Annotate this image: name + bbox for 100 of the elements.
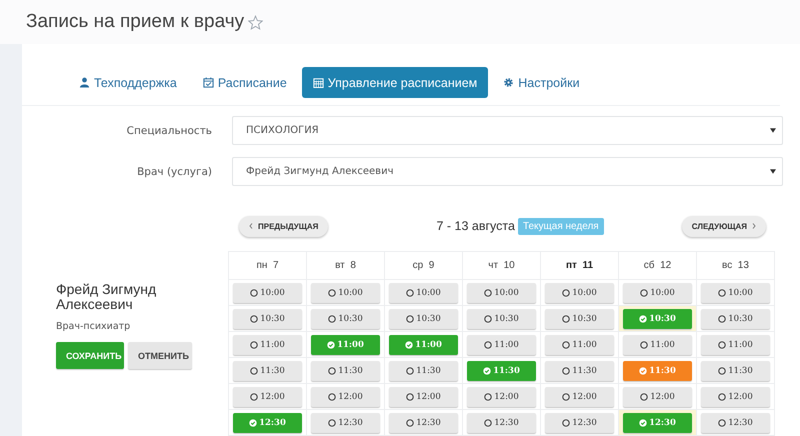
time-slot-button[interactable]: 10:00 — [545, 282, 614, 302]
circle-icon — [562, 288, 570, 296]
circle-icon — [718, 418, 726, 426]
circle-icon — [328, 288, 336, 296]
time-slot-button[interactable]: 10:00 — [701, 282, 770, 302]
circle-icon — [562, 340, 570, 348]
previous-week-button[interactable]: ПРЕДЫДУЩАЯ — [239, 216, 328, 236]
circle-icon — [484, 392, 492, 400]
time-slot-button[interactable]: 11:00 — [701, 334, 770, 354]
circle-icon — [406, 418, 414, 426]
circle-icon — [640, 288, 648, 296]
check-circle-icon — [483, 366, 492, 374]
time-slot-button[interactable]: 10:00 — [311, 282, 380, 302]
circle-icon — [718, 314, 726, 322]
circle-icon — [250, 366, 258, 374]
calendar-check-icon — [202, 77, 214, 88]
time-slot-button[interactable]: 11:30 — [701, 360, 770, 380]
circle-icon — [718, 340, 726, 348]
doctor-name: Фрейд Зигмунд Алексеевич — [56, 282, 158, 312]
day-header: ср 9 — [384, 252, 462, 280]
time-slot-button[interactable]: 12:30 — [467, 412, 536, 432]
time-slot-button[interactable]: 11:30 — [233, 360, 302, 380]
select-field[interactable]: ПСИХОЛОГИЯ — [232, 116, 783, 145]
time-slot-button[interactable]: 12:00 — [701, 386, 770, 406]
time-slot-button[interactable]: 10:30 — [389, 308, 458, 328]
select-field[interactable]: Фрейд Зигмунд Алексеевич — [232, 157, 783, 186]
next-week-button[interactable]: СЛЕДУЮЩАЯ — [682, 216, 766, 236]
time-slot-button[interactable]: 11:30 — [389, 360, 458, 380]
time-slot-button[interactable]: 10:00 — [233, 282, 302, 302]
day-header: сб 12 — [618, 252, 696, 280]
circle-icon — [484, 288, 492, 296]
day-header: вт 8 — [306, 252, 384, 280]
circle-icon — [562, 418, 570, 426]
check-circle-icon — [249, 418, 258, 426]
time-slot-button[interactable]: 12:00 — [389, 386, 458, 406]
check-circle-icon — [639, 366, 648, 374]
time-slot-button[interactable]: 10:00 — [389, 282, 458, 302]
time-slot-button[interactable]: 12:00 — [623, 386, 692, 406]
caret-icon — [770, 128, 776, 133]
circle-icon — [562, 314, 570, 322]
circle-icon — [718, 392, 726, 400]
time-slot-button[interactable]: 12:00 — [467, 386, 536, 406]
page-title: Запись на прием к врачу — [26, 11, 244, 33]
tab[interactable]: Техподдержка — [68, 67, 188, 98]
time-slot-button[interactable]: 11:00 — [467, 334, 536, 354]
star-icon[interactable] — [248, 14, 264, 30]
time-slot-button[interactable]: 10:30 — [545, 308, 614, 328]
circle-icon — [640, 392, 648, 400]
circle-icon — [328, 418, 336, 426]
time-slot-button[interactable]: 11:30 — [311, 360, 380, 380]
circle-icon — [328, 392, 336, 400]
field-label: Врач (услуга) — [136, 166, 213, 178]
current-week-badge: Текущая неделя — [518, 218, 604, 234]
time-slot-button[interactable]: 11:00 — [623, 334, 692, 354]
time-slot-button[interactable]: 10:30 — [701, 308, 770, 328]
circle-icon — [250, 288, 258, 296]
check-circle-icon — [639, 418, 648, 426]
circle-icon — [484, 340, 492, 348]
time-slot-button[interactable]: 10:30 — [311, 308, 380, 328]
time-slot-button[interactable]: 12:30 — [545, 412, 614, 432]
time-slot-button[interactable]: 10:30 — [233, 308, 302, 328]
circle-icon — [250, 340, 258, 348]
check-circle-icon — [405, 340, 414, 348]
week-range: 7 - 13 августа — [436, 219, 515, 233]
circle-icon — [406, 392, 414, 400]
time-slot-button[interactable]: 12:30 — [701, 412, 770, 432]
tab[interactable]: Расписание — [192, 67, 298, 98]
field-label: Специальность — [126, 124, 213, 136]
circle-icon — [328, 366, 336, 374]
circle-icon — [250, 314, 258, 322]
circle-icon — [484, 314, 492, 322]
day-header: чт 10 — [462, 252, 540, 280]
time-slot-button[interactable]: 12:30 — [311, 412, 380, 432]
circle-icon — [718, 366, 726, 374]
gear-icon — [503, 77, 514, 88]
time-slot-button[interactable]: 12:00 — [545, 386, 614, 406]
circle-icon — [328, 314, 336, 322]
cancel-button[interactable]: ОТМЕНИТЬ — [128, 342, 192, 369]
calendar-icon — [312, 77, 324, 88]
time-slot-button[interactable]: 11:00 — [545, 334, 614, 354]
check-circle-icon — [639, 314, 648, 322]
user-icon — [79, 77, 90, 88]
time-slot-button[interactable]: 12:00 — [311, 386, 380, 406]
circle-icon — [406, 288, 414, 296]
circle-icon — [718, 288, 726, 296]
time-slot-button[interactable]: 10:30 — [467, 308, 536, 328]
time-slot-button[interactable]: 12:30 — [389, 412, 458, 432]
time-slot-button[interactable]: 10:00 — [623, 282, 692, 302]
time-slot-button[interactable]: 11:30 — [545, 360, 614, 380]
day-header: пн 7 — [228, 252, 306, 280]
chevron-right-icon — [752, 223, 756, 229]
doctor-role: Врач-психиатр — [56, 321, 130, 332]
tab[interactable]: Настройки — [492, 67, 591, 98]
time-slot-button[interactable]: 11:00 — [233, 334, 302, 354]
tab[interactable]: Управление расписанием — [302, 67, 488, 98]
time-slot-button[interactable]: 10:00 — [467, 282, 536, 302]
circle-icon — [562, 392, 570, 400]
circle-icon — [484, 418, 492, 426]
circle-icon — [406, 314, 414, 322]
time-slot-button[interactable]: 12:00 — [233, 386, 302, 406]
